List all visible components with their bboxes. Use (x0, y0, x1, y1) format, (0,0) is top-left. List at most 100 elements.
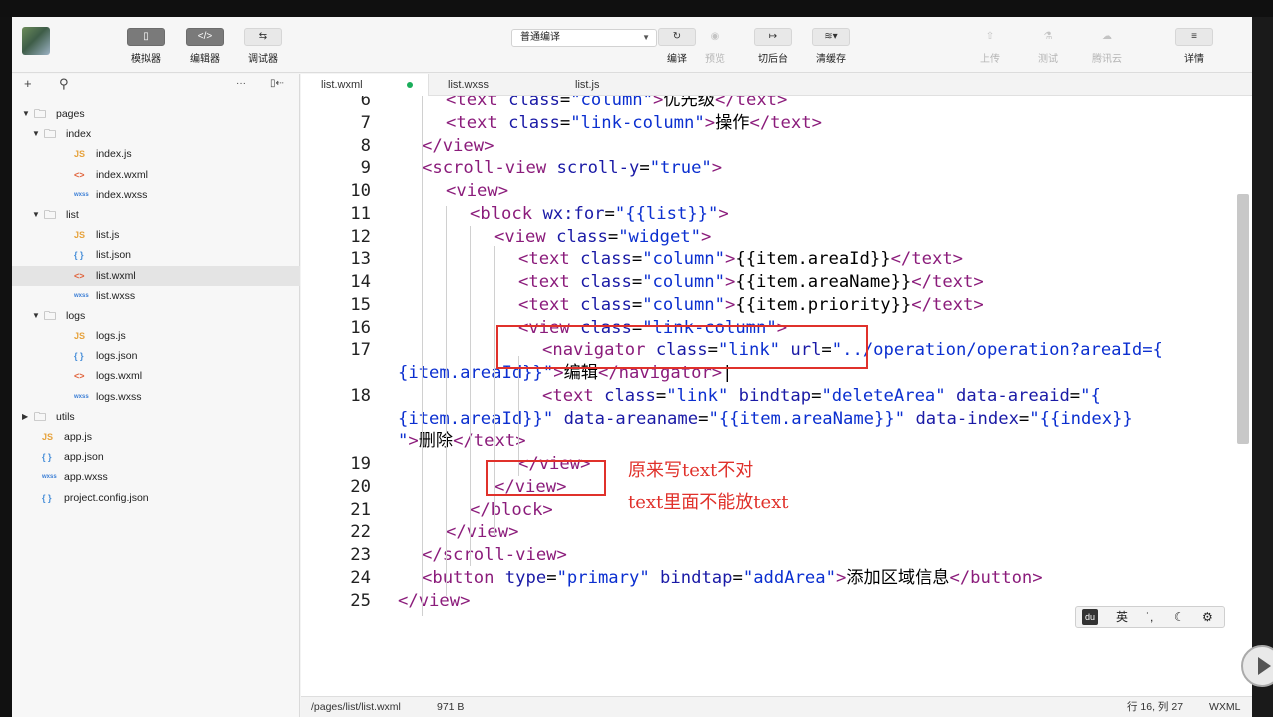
file-explorer: + ⚲ ··· ▯⇠ ▼ 🗀 pages ▼ 🗀 index JS index.js <> ind… (12, 74, 300, 717)
vertical-scrollbar[interactable] (1237, 194, 1249, 444)
indent-guide (518, 356, 519, 476)
tree-item[interactable]: wxss app.wxss (12, 467, 300, 487)
tree-item[interactable]: { } project.config.json (12, 488, 300, 508)
tab-list-wxss[interactable]: list.wxss (448, 74, 489, 96)
tree-item[interactable]: ▼ 🗀 index (12, 124, 300, 144)
chevron-down-icon[interactable]: ▼ (22, 104, 30, 124)
details-button[interactable]: ≡ 详情 (1174, 28, 1214, 65)
tree-item[interactable]: JS logs.js (12, 326, 300, 346)
background-button[interactable]: ↦ 切后台 (753, 28, 793, 65)
tree-item-label: app.wxss (64, 471, 108, 484)
tab-list-js[interactable]: list.js (575, 74, 599, 96)
chevron-right-icon[interactable]: ▶ (22, 407, 28, 427)
code-token: "../operation/operation?areaId={ (831, 340, 1163, 361)
line-number: 20 (350, 476, 371, 497)
tree-item[interactable]: JS list.js (12, 225, 300, 245)
code-token: class (580, 249, 632, 270)
code-token: "{{index}} (1029, 408, 1133, 429)
compile-button[interactable]: ↻ 编译 (657, 28, 697, 65)
chevron-down-icon[interactable]: ▼ (32, 205, 40, 225)
tab-label: list.wxss (448, 79, 489, 91)
debugger-label: 调试器 (248, 54, 278, 65)
line-number: 6 (360, 96, 371, 110)
add-icon[interactable]: + (24, 76, 32, 91)
code-token: </text> (890, 249, 964, 270)
folder-file-icon: 🗀 (34, 409, 47, 424)
line-number: 14 (350, 272, 371, 292)
language-mode[interactable]: WXML (1209, 697, 1241, 717)
tree-item[interactable]: ▼ 🗀 pages (12, 104, 300, 124)
folder-file-icon: 🗀 (44, 127, 57, 142)
tree-item[interactable]: ▼ 🗀 list (12, 205, 300, 225)
upload-button[interactable]: ⇧ 上传 (970, 28, 1010, 65)
ime-language[interactable]: 英 (1116, 607, 1128, 627)
wxml-file-icon: <> (74, 169, 85, 180)
chevron-down-icon[interactable]: ▼ (32, 306, 40, 326)
js-file-icon: JS (74, 149, 86, 160)
debugger-button[interactable]: ⇆ 调试器 (243, 28, 283, 65)
code-token: 添加区域信息 (846, 567, 950, 588)
test-button[interactable]: ⚗ 测试 (1028, 28, 1068, 65)
tree-item[interactable]: wxss list.wxss (12, 286, 300, 306)
tree-item[interactable]: wxss index.wxss (12, 185, 300, 205)
simulator-button[interactable]: ▯ 模拟器 (126, 28, 166, 65)
wxml-file-icon: <> (74, 371, 85, 382)
chevron-down-icon[interactable]: ▼ (32, 124, 40, 144)
code-token: = (811, 385, 822, 406)
code-text: <text class="column">{{item.areaId}}</te… (518, 248, 963, 271)
cursor-position[interactable]: 行 16, 列 27 (1127, 697, 1183, 717)
code-token: <view> (446, 181, 509, 201)
more-icon[interactable]: ··· (236, 78, 246, 89)
tree-item[interactable]: { } logs.json (12, 346, 300, 366)
cloud-icon: ☁ (1102, 31, 1112, 42)
code-token: bindtap (660, 567, 733, 588)
code-token: {{item.areaId}} (735, 249, 891, 270)
upload-label: 上传 (980, 54, 1000, 65)
tree-item[interactable]: JS index.js (12, 144, 300, 164)
layers-icon: ≋▾ (812, 28, 850, 46)
tree-item[interactable]: <> list.wxml (12, 265, 300, 286)
code-token: <text (446, 96, 509, 110)
code-token: data-areaid (955, 385, 1070, 406)
tree-item[interactable]: JS app.js (12, 427, 300, 447)
compile-mode-select[interactable]: 普通编译 ▼ (511, 29, 657, 47)
moon-icon[interactable]: ☾ (1174, 607, 1185, 627)
code-text: <text class="column">{{item.areaName}}</… (518, 271, 984, 294)
code-token: class (580, 294, 632, 315)
tencent-cloud-button[interactable]: ☁ 腾讯云 (1087, 28, 1127, 65)
tree-item[interactable]: ▶ 🗀 utils (12, 407, 300, 427)
indent-guide (470, 226, 471, 566)
tree-item[interactable]: { } list.json (12, 245, 300, 265)
debug-icon: ⇆ (244, 28, 282, 46)
test-label: 测试 (1038, 54, 1058, 65)
file-path: /pages/list/list.wxml (311, 701, 401, 713)
line-number: 16 (350, 317, 371, 338)
code-token: <text (446, 112, 509, 133)
explorer-header: + ⚲ ··· ▯⇠ (12, 74, 300, 94)
preview-button[interactable]: ◉ 预览 (695, 28, 735, 65)
tab-list-wxml[interactable]: list.wxml (301, 74, 429, 96)
code-text: {item.areaId}}" data-areaname="{{item.ar… (398, 408, 1133, 431)
line-number: 21 (350, 499, 371, 520)
tree-item[interactable]: <> logs.wxml (12, 366, 300, 386)
avatar[interactable] (22, 27, 50, 55)
tree-item-label: list.wxml (96, 269, 136, 282)
code-token: "column" (642, 249, 725, 270)
tree-item[interactable]: <> index.wxml (12, 165, 300, 185)
settings-icon[interactable]: ⚙ (1202, 607, 1213, 627)
code-token: = (559, 112, 571, 133)
layout-toggle-icon[interactable]: ▯⇠ (270, 78, 284, 89)
editor-button[interactable]: </> 编辑器 (185, 28, 225, 65)
tree-item[interactable]: wxss logs.wxss (12, 387, 300, 407)
tree-item[interactable]: ▼ 🗀 logs (12, 306, 300, 326)
code-text: <text class="column">{{item.priority}}</… (518, 294, 984, 317)
clear-cache-button[interactable]: ≋▾ 清缓存 (811, 28, 851, 65)
code-token: = (631, 294, 643, 315)
ime-punct-icon[interactable]: ˙, (1146, 607, 1153, 627)
tree-item[interactable]: { } app.json (12, 447, 300, 467)
indent-guide (446, 206, 447, 596)
background-label: 切后台 (758, 54, 788, 65)
search-icon[interactable]: ⚲ (59, 76, 69, 92)
code-token: bindtap (738, 385, 812, 406)
code-token: "primary" (556, 567, 661, 588)
